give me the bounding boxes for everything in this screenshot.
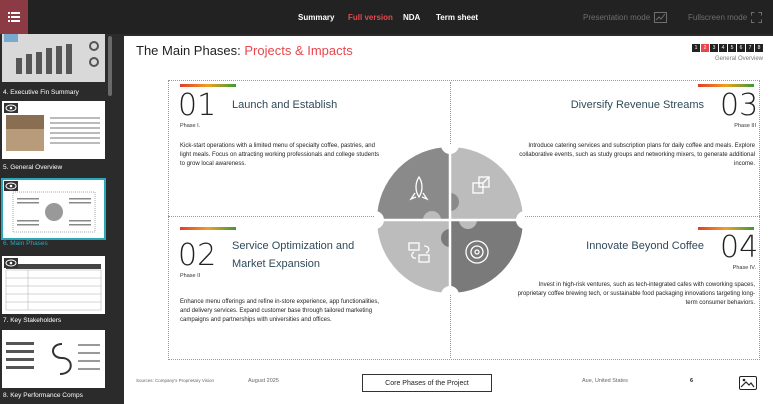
presentation-mode-label: Presentation mode (583, 12, 651, 22)
slide-sidebar: 4. Executive Fin Summary 5. General Over… (0, 34, 122, 404)
page-5-button[interactable]: 5 (728, 44, 736, 52)
page-2-button[interactable]: 2 (701, 44, 709, 52)
page-1-button[interactable]: 1 (692, 44, 700, 52)
footer-page-number: 6 (690, 378, 694, 384)
puzzle-circle (375, 145, 525, 295)
phase-title: Launch and Establish (232, 99, 338, 111)
slide-thumbnail-4[interactable] (2, 34, 105, 82)
sidebar-item-label: 4. Executive Fin Summary (3, 89, 79, 96)
phase-number: 04 (720, 230, 759, 265)
footer-center-label: Core Phases of the Project (385, 379, 469, 387)
page-7-button[interactable]: 7 (746, 44, 754, 52)
sidebar-item-label-active: 6. Main Phases (3, 240, 48, 247)
phase-description: Kick-start operations with a limited men… (180, 143, 380, 167)
phase-number: 03 (720, 88, 759, 123)
top-bar: Summary Full version NDA Term sheet Pres… (0, 0, 773, 34)
gradient-bar (180, 227, 236, 230)
sidebar-scrollbar-thumb[interactable] (108, 36, 112, 96)
footer-center-box: Core Phases of the Project (362, 374, 492, 392)
chart-icon (654, 11, 668, 23)
phase-number: 02 (178, 238, 217, 273)
tab-full-version[interactable]: Full version (348, 0, 393, 34)
slide-thumbnail-8[interactable] (2, 330, 105, 388)
section-label: General Overview (714, 56, 763, 62)
phase-title: Innovate Beyond Coffee (586, 240, 704, 252)
tab-summary[interactable]: Summary (298, 0, 334, 34)
footer-date: August 2025 (248, 378, 279, 384)
phase-label: Phase II (180, 273, 201, 279)
hamburger-menu-icon[interactable] (0, 0, 28, 34)
footer-location: Aue, United States (582, 378, 628, 384)
phase-label: Phase IV. (732, 265, 756, 271)
page-4-button[interactable]: 4 (719, 44, 727, 52)
slide-thumbnail-5[interactable] (2, 101, 105, 159)
phase-title-line2: Market Expansion (232, 258, 321, 270)
fullscreen-mode-button[interactable]: Fullscreen mode (688, 0, 763, 34)
slide-pager: 1 2 3 4 5 6 7 8 (692, 44, 763, 52)
page-6-button[interactable]: 6 (737, 44, 745, 52)
slide-thumbnail-6[interactable] (1, 178, 106, 240)
eye-icon (4, 181, 18, 191)
tab-nda[interactable]: NDA (403, 0, 420, 34)
phase-description: Introduce catering services and subscrip… (519, 143, 755, 167)
phase-description: Enhance menu offerings and refine in-sto… (180, 299, 380, 323)
slide-title: The Main Phases: Projects & Impacts (136, 43, 353, 58)
eye-icon (4, 258, 18, 268)
sidebar-item-label: 7. Key Stakeholders (3, 317, 62, 324)
sidebar-item-label: 5. General Overview (3, 164, 63, 171)
image-icon[interactable] (739, 376, 757, 390)
presentation-mode-button[interactable]: Presentation mode (583, 0, 668, 34)
phase-title-line1: Service Optimization and (232, 240, 355, 252)
fullscreen-icon (751, 11, 763, 23)
phase-title: Diversify Revenue Streams (570, 99, 704, 111)
phase-label: Phase I. (180, 123, 201, 129)
tab-term-sheet[interactable]: Term sheet (436, 0, 478, 34)
slide-thumbnail-7[interactable] (2, 256, 105, 314)
phase-number: 01 (178, 88, 217, 123)
page-3-button[interactable]: 3 (710, 44, 718, 52)
fullscreen-mode-label: Fullscreen mode (688, 12, 748, 22)
gradient-bar (180, 84, 236, 87)
gradient-bar (698, 84, 754, 87)
eye-icon (4, 103, 18, 113)
sidebar-item-label: 8. Key Performance Comps (3, 392, 83, 399)
footer-source: Sources: Company's Proprietary Vision (136, 378, 215, 383)
phase-description: Invest in high-risk ventures, such as te… (517, 282, 755, 306)
phase-label: Phase III (734, 123, 756, 129)
page-8-button[interactable]: 8 (755, 44, 763, 52)
slide-canvas: The Main Phases: Projects & Impacts 1 2 … (124, 36, 773, 404)
